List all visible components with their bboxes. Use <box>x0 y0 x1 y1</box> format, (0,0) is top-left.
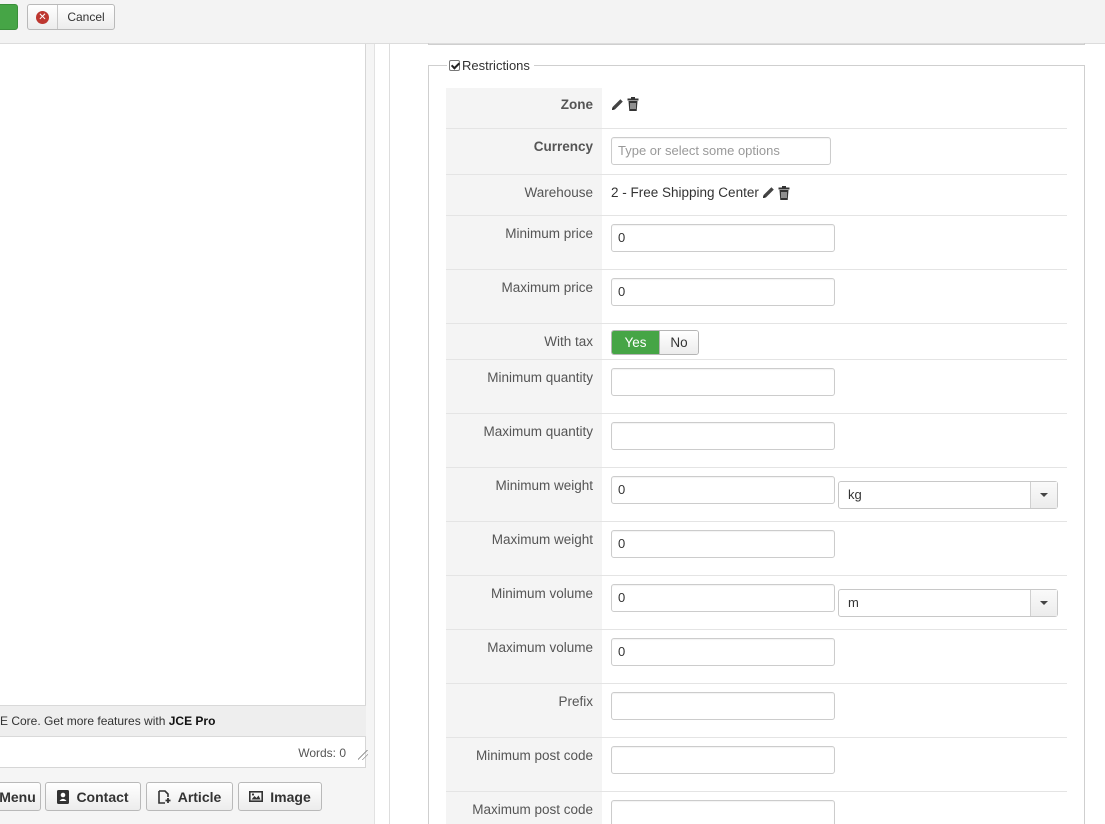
trash-icon[interactable] <box>778 185 790 200</box>
row-minimum-post-code: Minimum post code <box>446 738 1067 792</box>
maximum-post-code-label: Maximum post code <box>446 792 602 824</box>
maximum-weight-input[interactable]: 0 <box>611 530 835 558</box>
warehouse-label: Warehouse <box>446 175 602 215</box>
menu-button[interactable]: Menu <box>0 782 41 811</box>
maximum-volume-input[interactable]: 0 <box>611 638 835 666</box>
currency-input[interactable]: Type or select some options <box>611 137 831 165</box>
row-with-tax: With tax Yes No <box>446 324 1067 360</box>
row-maximum-quantity: Maximum quantity <box>446 414 1067 468</box>
with-tax-no-button[interactable]: No <box>659 331 698 354</box>
restrictions-fieldset: Restrictions Zone Currency Type or selec… <box>428 58 1085 824</box>
restrictions-table: Zone Currency Type or select some option… <box>446 88 1067 824</box>
article-button[interactable]: Article <box>146 782 233 811</box>
editor-area: E Core. Get more features with JCE Pro W… <box>0 44 374 824</box>
volume-unit-value: m <box>848 595 859 610</box>
column-gap <box>374 44 390 824</box>
currency-label: Currency <box>446 129 602 174</box>
minimum-weight-label: Minimum weight <box>446 468 602 521</box>
prefix-input[interactable] <box>611 692 835 720</box>
weight-unit-value: kg <box>848 487 862 502</box>
jce-notice-text: E Core. Get more features with <box>0 714 169 728</box>
row-warehouse: Warehouse 2 - Free Shipping Center <box>446 175 1067 216</box>
minimum-weight-input[interactable]: 0 <box>611 476 835 504</box>
restrictions-legend: Restrictions <box>447 58 534 73</box>
minimum-volume-input[interactable]: 0 <box>611 584 835 612</box>
resize-handle-icon[interactable] <box>358 750 368 760</box>
jce-notice: E Core. Get more features with JCE Pro <box>0 705 366 737</box>
row-minimum-quantity: Minimum quantity <box>446 360 1067 414</box>
menu-button-label: Menu <box>0 788 36 805</box>
row-minimum-weight: Minimum weight 0 kg <box>446 468 1067 522</box>
weight-unit-select[interactable]: kg <box>838 481 1058 509</box>
warehouse-value: 2 - Free Shipping Center <box>611 185 759 200</box>
toolbar: ✕ Cancel <box>0 0 1105 44</box>
cancel-button[interactable]: ✕ Cancel <box>27 4 115 30</box>
row-currency: Currency Type or select some options <box>446 129 1067 175</box>
article-button-label: Article <box>177 788 222 805</box>
row-maximum-weight: Maximum weight 0 <box>446 522 1067 576</box>
minimum-post-code-label: Minimum post code <box>446 738 602 791</box>
row-zone: Zone <box>446 88 1067 129</box>
prefix-label: Prefix <box>446 684 602 737</box>
row-maximum-volume: Maximum volume 0 <box>446 630 1067 684</box>
chevron-down-icon <box>1040 601 1048 605</box>
contact-button-label: Contact <box>76 788 129 805</box>
contact-icon <box>57 789 70 804</box>
image-button[interactable]: Image <box>238 782 322 811</box>
pencil-icon[interactable] <box>762 186 775 199</box>
minimum-quantity-input[interactable] <box>611 368 835 396</box>
row-minimum-price: Minimum price 0 <box>446 216 1067 270</box>
row-maximum-price: Maximum price 0 <box>446 270 1067 324</box>
zone-label: Zone <box>446 88 602 128</box>
with-tax-yes-button[interactable]: Yes <box>612 331 659 354</box>
volume-unit-select[interactable]: m <box>838 589 1058 617</box>
maximum-price-label: Maximum price <box>446 270 602 323</box>
pencil-icon[interactable] <box>611 98 624 111</box>
previous-fieldset-edge <box>428 43 1085 45</box>
save-button[interactable] <box>0 4 18 30</box>
cancel-button-label: Cancel <box>67 10 105 24</box>
minimum-volume-label: Minimum volume <box>446 576 602 629</box>
maximum-weight-label: Maximum weight <box>446 522 602 575</box>
with-tax-label: With tax <box>446 324 602 359</box>
row-maximum-post-code: Maximum post code <box>446 792 1067 824</box>
row-prefix: Prefix <box>446 684 1067 738</box>
cancel-icon: ✕ <box>36 10 49 24</box>
minimum-quantity-label: Minimum quantity <box>446 360 602 413</box>
chevron-down-icon <box>1040 493 1048 497</box>
maximum-volume-label: Maximum volume <box>446 630 602 683</box>
word-count: Words: 0 <box>298 746 346 760</box>
restrictions-checkbox[interactable] <box>449 60 460 71</box>
minimum-post-code-input[interactable] <box>611 746 835 774</box>
maximum-quantity-label: Maximum quantity <box>446 414 602 467</box>
minimum-price-label: Minimum price <box>446 216 602 269</box>
jce-pro-link[interactable]: JCE Pro <box>169 714 216 728</box>
maximum-price-input[interactable]: 0 <box>611 278 835 306</box>
trash-icon[interactable] <box>627 97 639 111</box>
maximum-post-code-input[interactable] <box>611 800 835 824</box>
image-icon <box>249 791 264 802</box>
contact-button[interactable]: Contact <box>45 782 141 811</box>
article-icon <box>157 789 171 804</box>
maximum-quantity-input[interactable] <box>611 422 835 450</box>
row-minimum-volume: Minimum volume 0 m <box>446 576 1067 630</box>
settings-panel: Restrictions Zone Currency Type or selec… <box>390 43 1105 824</box>
restrictions-legend-label: Restrictions <box>462 58 530 73</box>
editor-content[interactable] <box>0 44 366 768</box>
minimum-price-input[interactable]: 0 <box>611 224 835 252</box>
with-tax-toggle: Yes No <box>611 330 699 355</box>
image-button-label: Image <box>270 788 311 805</box>
